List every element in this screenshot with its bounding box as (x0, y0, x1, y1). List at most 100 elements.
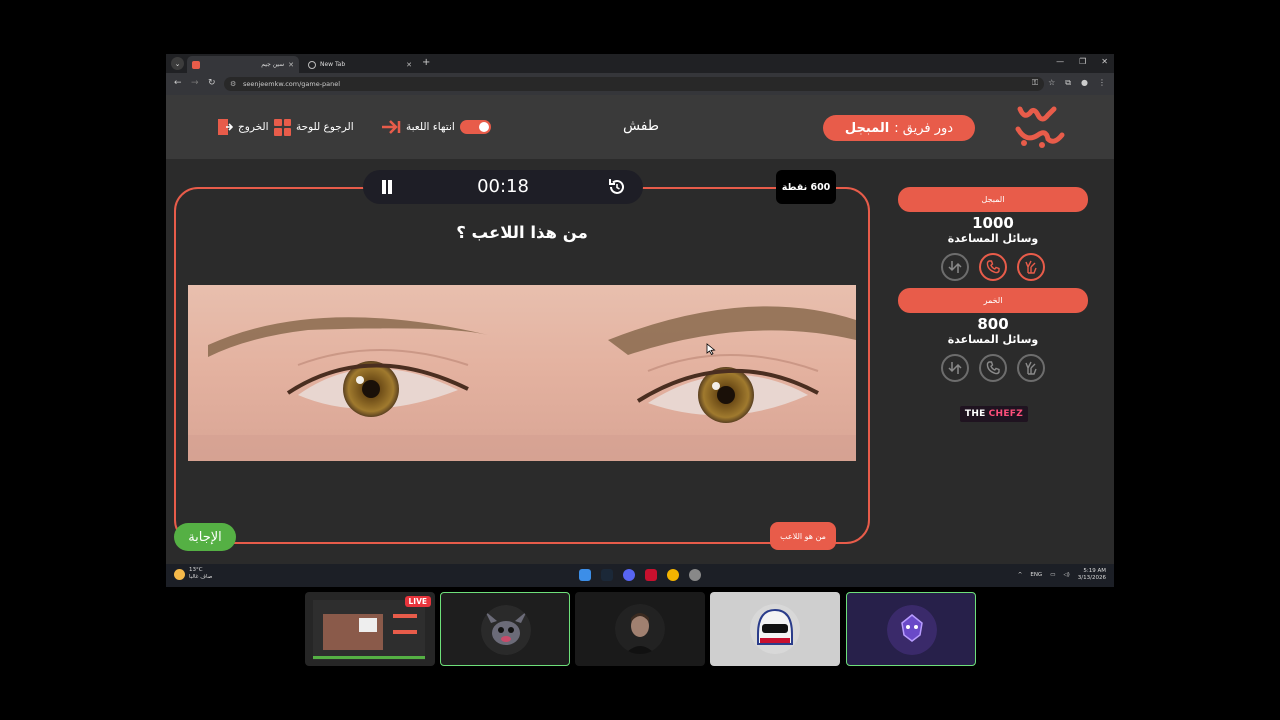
network-icon[interactable]: ▭ (1050, 572, 1055, 578)
participant-tile-4[interactable] (846, 592, 976, 666)
back-to-board-button[interactable]: الرجوع للوحة (274, 117, 354, 137)
who-is-player-button[interactable]: من هو اللاعب (770, 522, 836, 550)
forward-arrow-icon[interactable]: → (191, 78, 199, 89)
steam-icon[interactable] (601, 569, 613, 581)
back-arrow-icon[interactable]: ← (174, 78, 182, 89)
close-tab-icon[interactable]: ✕ (406, 61, 412, 69)
system-tray: ^ ENG ▭ ◁) 5:19 AM 3/13/2026 (1018, 568, 1106, 582)
question-image (188, 285, 856, 461)
address-bar-row: ← → ↻ ⚙ seenjeemkw.com/game-panel ⚿ ☆ ⧉ … (166, 73, 1114, 95)
team-turn-badge: دور فريق : المبجل (823, 115, 975, 141)
key-icon[interactable]: ⚿ (1032, 78, 1038, 88)
sponsor-the: THE (964, 409, 986, 419)
participant-avatar (615, 604, 665, 654)
category-title: طفش (622, 118, 660, 134)
team-aids-label: وسائل المساعدة (947, 333, 1039, 346)
door-exit-icon (218, 119, 233, 135)
end-game-button[interactable]: انتهاء اللعبة (381, 117, 491, 137)
double-points-aid-icon[interactable] (1017, 354, 1045, 382)
turn-prefix: دور فريق : (894, 120, 954, 136)
maximize-icon[interactable]: ❐ (1079, 57, 1086, 66)
volume-icon[interactable]: ◁) (1063, 572, 1069, 578)
team-score: 1000 (972, 214, 1014, 232)
team-score: 800 (977, 315, 1009, 333)
weather-condition: صاف غالبا (189, 574, 213, 580)
tab-seenjeem[interactable]: سين جيم ✕ (187, 56, 299, 73)
url-text: seenjeemkw.com/game-panel (243, 80, 341, 88)
new-tab-plus-icon[interactable]: + (422, 57, 430, 69)
swap-question-aid-icon[interactable] (941, 253, 969, 281)
turn-team-name: المبجل (844, 120, 890, 136)
team-card-1: المبجل 1000 وسائل المساعدة (898, 187, 1088, 281)
site-info-icon[interactable]: ⚙ (230, 77, 236, 91)
question-text: من هذا اللاعب ؟ (456, 223, 588, 242)
team-card-2: الخمر 800 وسائل المساعدة (898, 288, 1088, 382)
tray-chevron-icon[interactable]: ^ (1018, 572, 1023, 578)
minimize-icon[interactable]: — (1056, 57, 1064, 66)
aids-row (898, 253, 1088, 281)
end-game-toggle-icon[interactable] (459, 120, 491, 134)
points-badge: 600 نقطة (776, 170, 836, 204)
team-name: المبجل (898, 187, 1088, 212)
weather-widget[interactable]: 13°C صاف غالبا (174, 567, 212, 581)
reload-icon[interactable]: ↻ (208, 78, 216, 89)
team-name: الخمر (898, 288, 1088, 313)
game-header: دور فريق : المبجل طفش انتهاء اللعبة الرج… (166, 95, 1114, 159)
clock-date: 3/13/2026 (1077, 575, 1106, 581)
sponsor-chefz: CHEFZ (988, 409, 1024, 419)
keyboard-lang[interactable]: ENG (1030, 572, 1042, 578)
answer-button[interactable]: الإجابة (174, 523, 236, 551)
bookmark-star-icon[interactable]: ☆ (1048, 78, 1055, 88)
swap-question-aid-icon[interactable] (941, 354, 969, 382)
back-to-board-label: الرجوع للوحة (296, 121, 354, 133)
profile-icon[interactable]: ● (1081, 78, 1088, 88)
participant-tile-2[interactable] (575, 592, 705, 666)
exit-button[interactable]: الخروج (217, 117, 269, 137)
timer-bar: 00:18 (363, 170, 643, 204)
windows-start-icon[interactable] (579, 569, 591, 581)
tab-search-icon[interactable]: ⌄ (171, 57, 184, 70)
player-eyes-image (188, 285, 856, 461)
participant-tile-1[interactable] (440, 592, 570, 666)
discord-icon[interactable] (623, 569, 635, 581)
participant-tile-3[interactable] (710, 592, 840, 666)
tab-new-tab[interactable]: New Tab ✕ (303, 56, 417, 73)
window-controls: — ❐ ✕ (1056, 57, 1108, 66)
clock[interactable]: 5:19 AM 3/13/2026 (1078, 568, 1106, 582)
reset-timer-icon[interactable] (607, 177, 627, 197)
close-tab-icon[interactable]: ✕ (288, 61, 294, 69)
end-game-label: انتهاء اللعبة (406, 121, 455, 133)
grid-icon (274, 118, 291, 136)
screen: ⌄ سين جيم ✕ New Tab ✕ + — ❐ ✕ ← → ↻ ⚙ se… (0, 0, 1280, 720)
call-friend-aid-icon[interactable] (979, 354, 1007, 382)
live-badge: LIVE (404, 596, 431, 607)
windows-taskbar: 13°C صاف غالبا ^ ENG ▭ ◁) 5:19 AM 3/13/2… (166, 564, 1114, 587)
gaming-logo-avatar (887, 605, 937, 655)
arrow-right-icon (382, 120, 401, 134)
tab-strip: ⌄ سين جيم ✕ New Tab ✕ + — ❐ ✕ (166, 54, 1114, 73)
browser-window: ⌄ سين جيم ✕ New Tab ✕ + — ❐ ✕ ← → ↻ ⚙ se… (166, 54, 1114, 587)
timer-value: 00:18 (477, 176, 529, 197)
settings-gear-icon[interactable] (689, 569, 701, 581)
url-field[interactable]: ⚙ seenjeemkw.com/game-panel (224, 77, 1044, 91)
mouse-cursor-icon (706, 343, 716, 355)
helmet-avatar (750, 604, 800, 654)
sponsor-logo: THE CHEFZ (960, 406, 1028, 422)
temperature: 13°C (189, 567, 203, 573)
browser-toolbar: ⚿ ☆ ⧉ ● ⋮ (1032, 78, 1106, 88)
menu-kebab-icon[interactable]: ⋮ (1098, 78, 1106, 88)
taskbar-apps (579, 569, 701, 581)
double-points-aid-icon[interactable] (1017, 253, 1045, 281)
call-friend-aid-icon[interactable] (979, 253, 1007, 281)
globe-icon (308, 60, 316, 69)
game-page: دور فريق : المبجل طفش انتهاء اللعبة الرج… (166, 95, 1114, 564)
extensions-icon[interactable]: ⧉ (1065, 78, 1071, 88)
tab-title: سين جيم (261, 61, 285, 68)
app-a-icon[interactable] (645, 569, 657, 581)
stream-preview-tile[interactable]: LIVE (305, 592, 435, 666)
seenjeem-favicon-icon (192, 60, 200, 69)
close-window-icon[interactable]: ✕ (1101, 57, 1108, 66)
aids-row (898, 354, 1088, 382)
seenjeem-logo (1015, 106, 1065, 148)
chrome-icon[interactable] (667, 569, 679, 581)
